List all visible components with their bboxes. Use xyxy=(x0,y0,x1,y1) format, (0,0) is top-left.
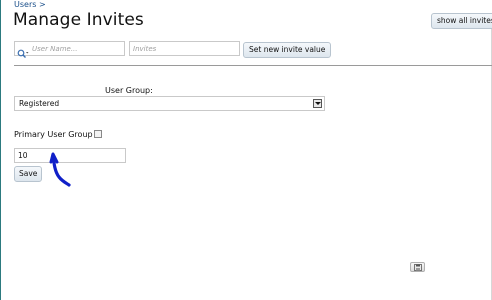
set-invite-value-button[interactable]: Set new invite value xyxy=(243,42,332,58)
save-icon xyxy=(414,264,422,271)
user-group-selected-value: Registered xyxy=(19,99,60,108)
breadcrumb[interactable]: Users > xyxy=(14,0,46,9)
left-border xyxy=(0,0,1,300)
chevron-down-icon[interactable] xyxy=(313,99,322,108)
show-all-invites-button[interactable]: show all invites xyxy=(431,13,492,29)
username-search-box[interactable] xyxy=(14,41,125,58)
user-group-label: User Group: xyxy=(105,86,153,95)
hand-drawn-arrow-annotation xyxy=(49,152,71,187)
save-button[interactable]: Save xyxy=(14,166,43,182)
footer-icon-button[interactable] xyxy=(410,262,425,272)
user-group-select[interactable]: Registered xyxy=(14,96,325,111)
divider xyxy=(14,65,492,66)
page-title: Manage Invites xyxy=(13,10,144,30)
username-search-input[interactable] xyxy=(32,43,122,54)
primary-user-group-checkbox[interactable] xyxy=(94,130,102,138)
invites-input[interactable] xyxy=(129,41,240,56)
search-icon[interactable] xyxy=(17,44,29,58)
primary-user-group-label: Primary User Group xyxy=(14,130,93,139)
